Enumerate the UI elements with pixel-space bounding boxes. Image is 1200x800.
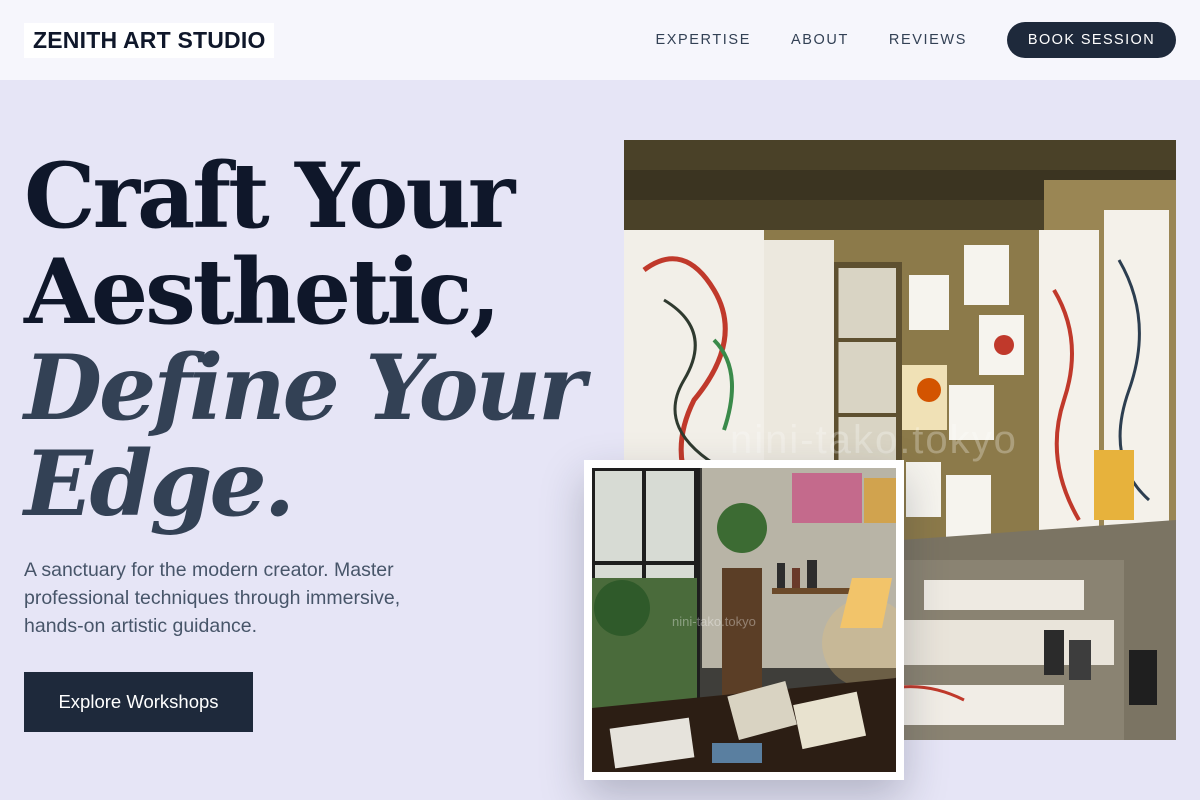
- studio-photo-inset-frame: nini-tako.tokyo: [584, 460, 904, 780]
- site-header: ZENITH ART STUDIO EXPERTISE ABOUT REVIEW…: [0, 0, 1200, 80]
- brand-logo[interactable]: ZENITH ART STUDIO: [24, 22, 274, 58]
- headline-line-1: Craft Your: [24, 143, 515, 249]
- studio-photo-inset: nini-tako.tokyo: [592, 468, 896, 772]
- headline-line-3: Define Your: [24, 335, 586, 441]
- main-nav: EXPERTISE ABOUT REVIEWS BOOK SESSION: [655, 22, 1176, 58]
- main-photo-watermark: nini-tako.tokyo: [730, 418, 1018, 462]
- nav-link-expertise[interactable]: EXPERTISE: [655, 32, 751, 48]
- nav-link-reviews[interactable]: REVIEWS: [889, 32, 967, 48]
- hero-headline: Craft Your Aesthetic, Define Your Edge.: [24, 148, 604, 532]
- headline-line-2: Aesthetic,: [24, 239, 501, 345]
- hero-subtext: A sanctuary for the modern creator. Mast…: [24, 559, 401, 637]
- headline-line-4: Edge.: [24, 431, 295, 537]
- book-session-button[interactable]: BOOK SESSION: [1007, 22, 1176, 58]
- nav-link-about[interactable]: ABOUT: [791, 32, 849, 48]
- inset-photo-watermark: nini-tako.tokyo: [672, 614, 756, 629]
- explore-workshops-button[interactable]: Explore Workshops: [24, 672, 253, 732]
